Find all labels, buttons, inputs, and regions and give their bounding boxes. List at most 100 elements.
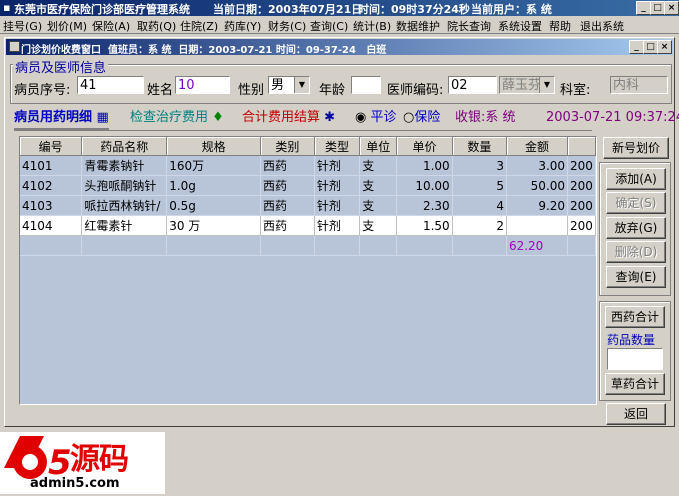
cell-qty[interactable]: 2	[452, 215, 507, 236]
cashier-label: 收银:系 统	[455, 110, 516, 125]
menu-item-help[interactable]: 帮助	[549, 18, 571, 34]
column-header-category[interactable]: 类别	[260, 137, 315, 156]
add-button[interactable]: 添加(A)	[606, 168, 666, 190]
confirm-button[interactable]: 确定(S)	[606, 192, 666, 214]
tab-total-fee[interactable]: 合计费用结算 ✱	[242, 108, 335, 128]
window-minimize-icon[interactable]: _	[629, 40, 644, 54]
cell-unit[interactable]: 支	[359, 155, 398, 176]
cell-spec[interactable]: 160万	[166, 155, 261, 176]
doctor-code-input[interactable]: 02	[448, 76, 497, 94]
chevron-down-icon[interactable]: ▼	[539, 77, 554, 93]
cell-extra[interactable]: 200	[567, 175, 596, 196]
cell-spec[interactable]: 1.0g	[166, 175, 261, 196]
window-close-icon[interactable]: ×	[657, 40, 672, 54]
cell-qty[interactable]: 3	[452, 155, 507, 176]
menu-item-exit[interactable]: 退出系统	[580, 18, 624, 34]
cell-drug-name[interactable]: 哌拉西林钠针/	[81, 195, 168, 216]
maximize-icon[interactable]: □	[650, 1, 665, 15]
age-input[interactable]	[351, 76, 381, 94]
close-icon[interactable]: ×	[664, 1, 679, 15]
cell-price[interactable]: 1.00	[396, 155, 453, 176]
chevron-down-icon[interactable]: ▼	[294, 77, 309, 93]
table-row[interactable]: 4101 青霉素钠针 160万 西药 针剂 支 1.00 3 3.00 200	[20, 155, 596, 176]
column-header-qty[interactable]: 数量	[452, 137, 507, 156]
menu-item-dispense[interactable]: 取药(Q)	[137, 18, 176, 34]
menu-item-finance[interactable]: 财务(C)	[268, 18, 306, 34]
cell-category[interactable]: 西药	[260, 155, 315, 176]
patient-name-input[interactable]: 10	[175, 76, 230, 94]
cell-extra[interactable]: 200	[567, 215, 596, 236]
cell-price[interactable]: 10.00	[396, 175, 453, 196]
cell-type[interactable]: 针剂	[314, 195, 361, 216]
visit-insurance-radio[interactable]: ○保险	[403, 108, 440, 128]
cell-spec[interactable]: 30 万	[166, 215, 261, 236]
column-header-type[interactable]: 类型	[314, 137, 361, 156]
cell-category[interactable]: 西药	[260, 215, 315, 236]
cell-unit[interactable]: 支	[359, 175, 398, 196]
cell-drug-name[interactable]: 红霉素针	[81, 215, 168, 236]
current-date: 当前日期：2003年07月21日	[213, 3, 363, 16]
menu-item-statistics[interactable]: 统计(B)	[353, 18, 391, 34]
menu-item-register[interactable]: 挂号(G)	[3, 18, 42, 34]
menu-item-director-query[interactable]: 院长查询	[447, 18, 491, 34]
cell-code[interactable]: 4102	[20, 175, 83, 196]
menu-item-system-settings[interactable]: 系统设置	[498, 18, 542, 34]
delete-button[interactable]: 删除(D)	[606, 241, 666, 263]
back-button[interactable]: 返回	[606, 403, 666, 425]
column-header-unit[interactable]: 单位	[359, 137, 398, 156]
western-total-button[interactable]: 西药合计	[605, 306, 665, 328]
new-pricing-button[interactable]: 新号划价	[603, 137, 669, 159]
cell-unit[interactable]: 支	[359, 215, 398, 236]
minimize-icon[interactable]: _	[636, 1, 651, 15]
column-header-price[interactable]: 单价	[396, 137, 453, 156]
cell-code[interactable]: 4104	[20, 215, 83, 236]
abandon-button[interactable]: 放弃(G)	[606, 217, 666, 239]
cell-price[interactable]: 1.50	[396, 215, 453, 236]
column-header-amount[interactable]: 金额	[506, 137, 569, 156]
cell-unit[interactable]: 支	[359, 195, 398, 216]
visit-normal-radio[interactable]: ◉ 平诊	[355, 108, 397, 128]
menu-item-pricing[interactable]: 划价(M)	[47, 18, 87, 34]
cell-qty[interactable]: 4	[452, 195, 507, 216]
column-header-extra[interactable]	[567, 137, 596, 156]
herbal-total-button[interactable]: 草药合计	[605, 373, 665, 395]
menu-item-insurance[interactable]: 保险(A)	[92, 18, 130, 34]
column-header-drug-name[interactable]: 药品名称	[81, 137, 168, 156]
table-row[interactable]: 4103 哌拉西林钠针/ 0.5g 西药 针剂 支 2.30 4 9.20 20…	[20, 195, 596, 216]
tab-drug-detail[interactable]: 病员用药明细 ▦	[14, 108, 109, 130]
cell-amount[interactable]: 50.00	[506, 175, 569, 196]
gender-label: 性别	[238, 83, 265, 98]
menu-item-pharmacy[interactable]: 药库(Y)	[224, 18, 261, 34]
menu-item-data-maintenance[interactable]: 数据维护	[396, 18, 440, 34]
menu-item-query[interactable]: 查询(C)	[310, 18, 348, 34]
cell-qty[interactable]: 5	[452, 175, 507, 196]
cell-extra[interactable]: 200	[567, 195, 596, 216]
tab-exam-fee[interactable]: 检查治疗费用 ♦	[130, 108, 224, 128]
menu-item-inpatient[interactable]: 住院(Z)	[180, 18, 218, 34]
table-row[interactable]: 4102 头孢哌酮钠针 1.0g 西药 针剂 支 10.00 5 50.00 2…	[20, 175, 596, 196]
cell-code[interactable]: 4101	[20, 155, 83, 176]
cell-type[interactable]: 针剂	[314, 175, 361, 196]
drug-qty-field[interactable]	[607, 348, 663, 370]
cell-price[interactable]: 2.30	[396, 195, 453, 216]
cell-extra[interactable]: 200	[567, 155, 596, 176]
cell-type[interactable]: 针剂	[314, 215, 361, 236]
cell-drug-name[interactable]: 青霉素钠针	[81, 155, 168, 176]
cell-amount[interactable]: 9.20	[506, 195, 569, 216]
cell-spec[interactable]: 0.5g	[166, 195, 261, 216]
column-header-code[interactable]: 编号	[20, 137, 83, 156]
query-button[interactable]: 查询(E)	[606, 266, 666, 288]
cell-type[interactable]: 针剂	[314, 155, 361, 176]
cell-amount[interactable]: 3.00	[506, 155, 569, 176]
cell-drug-name[interactable]: 头孢哌酮钠针	[81, 175, 168, 196]
drug-detail-grid[interactable]: 编号 药品名称 规格 类别 类型 单位 单价 数量 金额 4101 青霉素钠针 …	[19, 136, 597, 405]
cell-code[interactable]: 4103	[20, 195, 83, 216]
column-header-spec[interactable]: 规格	[166, 137, 261, 156]
cell-amount[interactable]	[506, 215, 569, 236]
patient-seq-input[interactable]: 41	[77, 76, 144, 94]
cell-category[interactable]: 西药	[260, 195, 315, 216]
cell-category[interactable]: 西药	[260, 175, 315, 196]
gender-select[interactable]: 男 ▼	[268, 76, 310, 94]
table-row-editing[interactable]: 4104 红霉素针 30 万 西药 针剂 支 1.50 2 200	[20, 215, 596, 236]
window-maximize-icon[interactable]: □	[643, 40, 658, 54]
